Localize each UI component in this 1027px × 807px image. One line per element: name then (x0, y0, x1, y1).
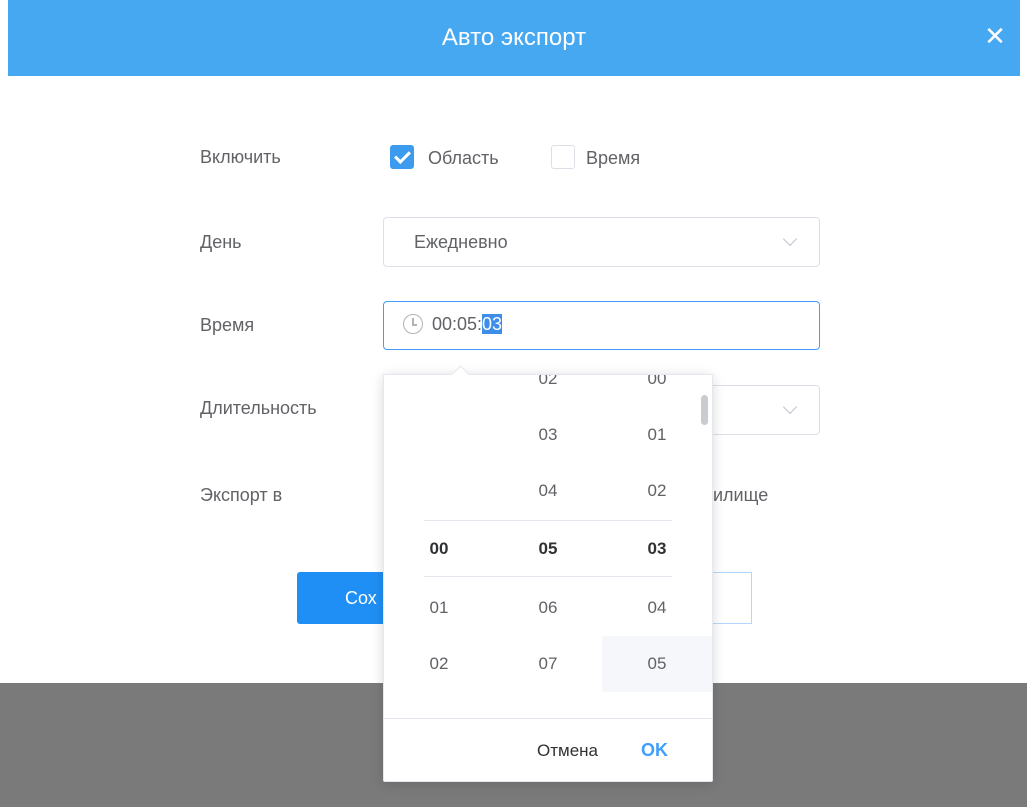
selection-line-top (424, 520, 672, 521)
dialog-header: Авто экспорт ✕ (8, 0, 1020, 76)
second-item-selected[interactable]: 03 (602, 521, 712, 577)
cancel-button[interactable] (712, 572, 752, 624)
minute-item[interactable]: 06 (493, 580, 603, 636)
time-input[interactable]: 00:05:03 (383, 301, 820, 350)
time-selected-segment: 03 (482, 314, 503, 334)
picker-cancel-button[interactable]: Отмена (537, 719, 598, 782)
minute-item[interactable]: 07 (493, 636, 603, 692)
time-picker-panel: 00 01 02 02 03 04 05 06 07 00 01 02 03 0… (383, 365, 713, 782)
hour-item[interactable]: 02 (384, 636, 494, 692)
enable-label: Включить (200, 147, 281, 167)
chevron-down-icon (782, 231, 798, 247)
hour-item[interactable] (384, 463, 494, 519)
second-item[interactable]: 04 (602, 580, 712, 636)
hour-item[interactable] (384, 407, 494, 463)
minute-item-selected[interactable]: 05 (493, 521, 603, 577)
minute-item[interactable]: 03 (493, 407, 603, 463)
area-checkbox[interactable] (390, 145, 414, 169)
hour-item[interactable]: 01 (384, 580, 494, 636)
minute-item[interactable]: 04 (493, 463, 603, 519)
hour-item[interactable] (384, 375, 494, 407)
time-checkbox-label[interactable]: Время (586, 148, 640, 169)
second-item[interactable]: 00 (602, 375, 712, 407)
minute-item[interactable]: 02 (493, 375, 603, 407)
clock-icon (403, 314, 423, 334)
hour-item[interactable] (384, 692, 494, 718)
time-checkbox[interactable] (551, 145, 575, 169)
selection-line-bottom (424, 576, 672, 577)
second-item-hovered[interactable]: 05 (602, 636, 712, 692)
second-item[interactable]: 02 (602, 463, 712, 519)
scrollbar-thumb[interactable] (701, 395, 708, 425)
save-button[interactable]: Сох (297, 572, 387, 624)
hours-column[interactable]: 00 01 02 (384, 375, 494, 718)
picker-ok-button[interactable]: OK (641, 719, 668, 782)
day-select[interactable]: Ежедневно (383, 217, 820, 267)
close-icon[interactable]: ✕ (982, 22, 1008, 50)
export-option-label[interactable]: илище (713, 485, 768, 506)
time-input-value: 00:05:03 (432, 302, 503, 346)
time-label: Время (200, 315, 255, 335)
minutes-column[interactable]: 02 03 04 05 06 07 (493, 375, 603, 718)
day-label: День (200, 232, 242, 252)
dialog-title: Авто экспорт (441, 24, 587, 51)
time-picker-footer: Отмена OK (384, 718, 712, 781)
second-item[interactable]: 01 (602, 407, 712, 463)
second-item[interactable] (602, 692, 712, 718)
export-label: Экспорт в (200, 485, 283, 505)
hour-item-selected[interactable]: 00 (384, 521, 494, 577)
day-select-value: Ежедневно (414, 232, 508, 252)
minute-item[interactable] (493, 692, 603, 718)
seconds-column[interactable]: 00 01 02 03 04 05 (602, 375, 712, 718)
chevron-down-icon (782, 399, 798, 415)
time-prefix: 00:05: (432, 314, 483, 334)
time-spinner: 00 01 02 02 03 04 05 06 07 00 01 02 03 0… (384, 375, 712, 718)
duration-label: Длительность (200, 398, 317, 418)
area-checkbox-label[interactable]: Область (428, 148, 499, 169)
